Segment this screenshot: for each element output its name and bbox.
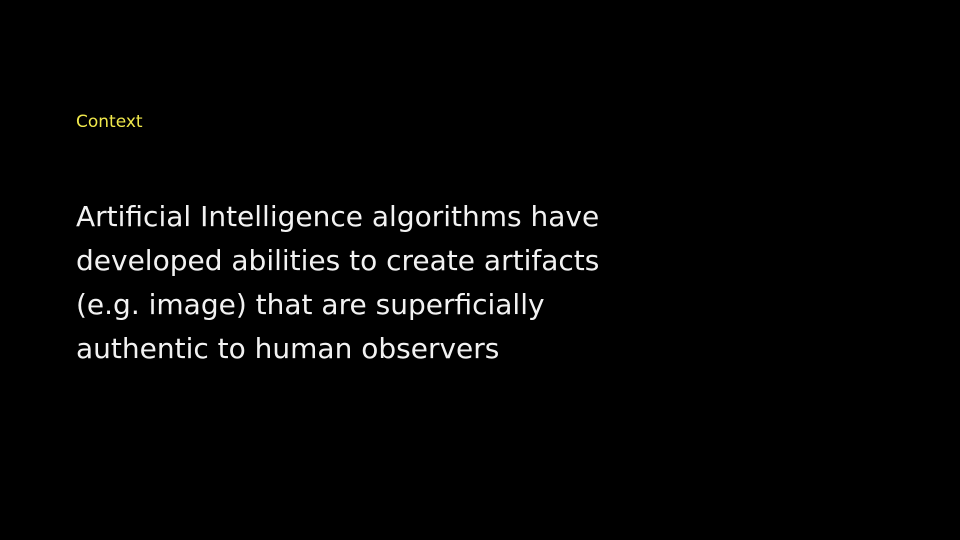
body-line: (e.g. image) that are superficially	[76, 288, 545, 321]
body-line: developed abilities to create artifacts	[76, 244, 600, 277]
slide-body-text: Artificial Intelligence algorithms have …	[76, 195, 636, 371]
body-line: Artificial Intelligence algorithms have	[76, 200, 600, 233]
body-line: authentic to human observers	[76, 332, 500, 365]
section-label: Context	[76, 112, 143, 132]
slide: Context Artificial Intelligence algorith…	[0, 0, 960, 540]
